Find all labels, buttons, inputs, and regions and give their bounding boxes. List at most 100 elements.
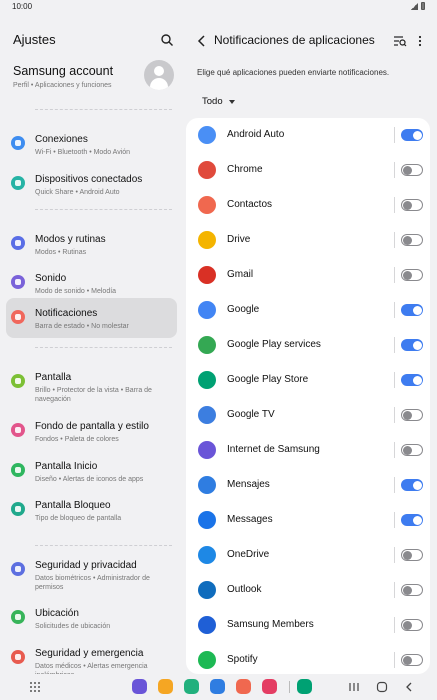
notification-toggle[interactable] xyxy=(401,374,423,386)
app-row[interactable]: Google Play Store xyxy=(186,363,430,398)
toggle-knob xyxy=(403,620,412,630)
toggle-knob xyxy=(403,445,412,455)
sidebar-item-label: Seguridad y emergencia xyxy=(35,648,144,659)
divider xyxy=(35,209,172,210)
notification-toggle[interactable] xyxy=(401,514,423,526)
pantalla-icon xyxy=(11,374,25,388)
app-name: Mensajes xyxy=(227,479,270,490)
messages-dock-icon[interactable] xyxy=(210,679,225,694)
sidebar-item-ubicacion[interactable]: Ubicación Solicitudes de ubicación xyxy=(6,598,177,638)
internet-dock-icon[interactable] xyxy=(132,679,147,694)
app-name: Gmail xyxy=(227,269,254,280)
toggle-knob xyxy=(403,165,412,175)
home-icon[interactable] xyxy=(375,680,389,694)
sidebar-item-pantalla-bloqueo[interactable]: Pantalla Bloqueo Tipo de bloqueo de panta… xyxy=(6,490,177,530)
chrome-icon xyxy=(198,161,216,179)
app-row[interactable]: Outlook xyxy=(186,573,430,608)
play-store-dock-icon[interactable] xyxy=(297,679,312,694)
gmail-icon xyxy=(198,266,216,284)
back-arrow-icon[interactable] xyxy=(196,34,208,48)
sidebar-item-fondo-de-pantalla-y-estilo[interactable]: Fondo de pantalla y estilo Fondos • Palet… xyxy=(6,411,177,451)
row-divider xyxy=(394,197,395,213)
sidebar-item-label: Sonido xyxy=(35,273,67,284)
notification-toggle[interactable] xyxy=(401,479,423,491)
sidebar-item-pantalla-inicio[interactable]: Pantalla Inicio Diseño • Alertas de icono… xyxy=(6,451,177,491)
app-name: Google Play Store xyxy=(227,374,309,385)
status-time: 10:00 xyxy=(12,2,33,11)
app-row[interactable]: Android Auto xyxy=(186,118,430,153)
apps-grid-icon[interactable] xyxy=(29,681,41,693)
app-row[interactable]: Google Play services xyxy=(186,328,430,363)
more-options-icon[interactable] xyxy=(416,34,424,48)
toggle-knob xyxy=(403,410,412,420)
app-row[interactable]: Spotify xyxy=(186,643,430,674)
notification-toggle[interactable] xyxy=(401,584,423,596)
sidebar-item-conexiones[interactable]: Conexiones Wi-Fi • Bluetooth • Modo Avión xyxy=(6,124,177,164)
app-row[interactable]: Google TV xyxy=(186,398,430,433)
toggle-knob xyxy=(403,655,412,665)
sidebar-item-notificaciones[interactable]: Notificaciones Barra de estado • No moles… xyxy=(6,298,177,338)
sidebar-item-modos-y-rutinas[interactable]: Modos y rutinas Modos • Rutinas xyxy=(6,224,177,264)
app-row[interactable]: OneDrive xyxy=(186,538,430,573)
toggle-knob xyxy=(403,270,412,280)
page-title: Ajustes xyxy=(13,32,56,47)
row-divider xyxy=(394,267,395,283)
row-divider xyxy=(394,442,395,458)
notification-toggle[interactable] xyxy=(401,269,423,281)
signal-icon xyxy=(411,2,418,10)
notification-toggle[interactable] xyxy=(401,304,423,316)
app-row[interactable]: Drive xyxy=(186,223,430,258)
sidebar-item-label: Notificaciones xyxy=(35,308,98,319)
files-dock-icon[interactable] xyxy=(158,679,173,694)
notification-toggle[interactable] xyxy=(401,654,423,666)
app-row[interactable]: Gmail xyxy=(186,258,430,293)
app-row[interactable]: Contactos xyxy=(186,188,430,223)
app-name: Outlook xyxy=(227,584,262,595)
notification-toggle[interactable] xyxy=(401,409,423,421)
filter-search-icon[interactable] xyxy=(393,34,407,48)
app-row[interactable]: Messages xyxy=(186,503,430,538)
search-icon[interactable] xyxy=(160,33,174,47)
modos-y-rutinas-icon xyxy=(11,236,25,250)
back-nav-icon[interactable] xyxy=(402,680,416,694)
notification-toggle[interactable] xyxy=(401,549,423,561)
contacts-dock-icon[interactable] xyxy=(236,679,251,694)
notification-toggle[interactable] xyxy=(401,199,423,211)
sidebar-item-pantalla[interactable]: Pantalla Brillo • Protector de la vista •… xyxy=(6,362,177,403)
sidebar-item-subtitle: Modos • Rutinas xyxy=(35,249,87,256)
app-row[interactable]: Mensajes xyxy=(186,468,430,503)
row-divider xyxy=(394,372,395,388)
screen-recorder-dock-icon[interactable] xyxy=(262,679,277,694)
notification-toggle[interactable] xyxy=(401,164,423,176)
notification-toggle[interactable] xyxy=(401,234,423,246)
notificaciones-icon xyxy=(11,310,25,324)
samsung-account[interactable]: Samsung account Perfil • Aplicaciones y … xyxy=(13,60,178,100)
filter-dropdown[interactable]: Todo xyxy=(202,96,235,107)
sidebar-item-sonido[interactable]: Sonido Modo de sonido • Melodía xyxy=(6,263,177,303)
notification-toggle[interactable] xyxy=(401,339,423,351)
sidebar-item-label: Conexiones xyxy=(35,134,88,145)
notification-toggle[interactable] xyxy=(401,129,423,141)
sidebar-item-label: Modos y rutinas xyxy=(35,234,106,245)
app-row[interactable]: Google xyxy=(186,293,430,328)
phone-dock-icon[interactable] xyxy=(184,679,199,694)
notification-toggle[interactable] xyxy=(401,444,423,456)
sidebar-item-label: Pantalla xyxy=(35,372,72,383)
sidebar-item-seguridad-y-privacidad[interactable]: Seguridad y privacidad Datos biométricos … xyxy=(6,550,177,591)
sidebar-item-dispositivos-conectados[interactable]: Dispositivos conectados Quick Share • And… xyxy=(6,164,177,204)
toggle-knob xyxy=(412,340,422,350)
google-messages-icon xyxy=(198,511,216,529)
section-title: Notificaciones de aplicaciones xyxy=(214,33,375,47)
notification-toggle[interactable] xyxy=(401,619,423,631)
ubicacion-icon xyxy=(11,610,25,624)
pantalla-bloqueo-icon xyxy=(11,502,25,516)
app-row[interactable]: Chrome xyxy=(186,153,430,188)
app-row[interactable]: Samsung Members xyxy=(186,608,430,643)
row-divider xyxy=(394,617,395,633)
sidebar-item-subtitle: Datos biométricos • Administrador de per… xyxy=(35,575,150,591)
pantalla-inicio-icon xyxy=(11,463,25,477)
app-row[interactable]: Internet de Samsung xyxy=(186,433,430,468)
sidebar-item-seguridad-y-emergencia[interactable]: Seguridad y emergencia Datos médicos • Al… xyxy=(6,638,177,679)
recent-apps-icon[interactable] xyxy=(347,680,361,694)
toggle-knob xyxy=(412,480,422,490)
